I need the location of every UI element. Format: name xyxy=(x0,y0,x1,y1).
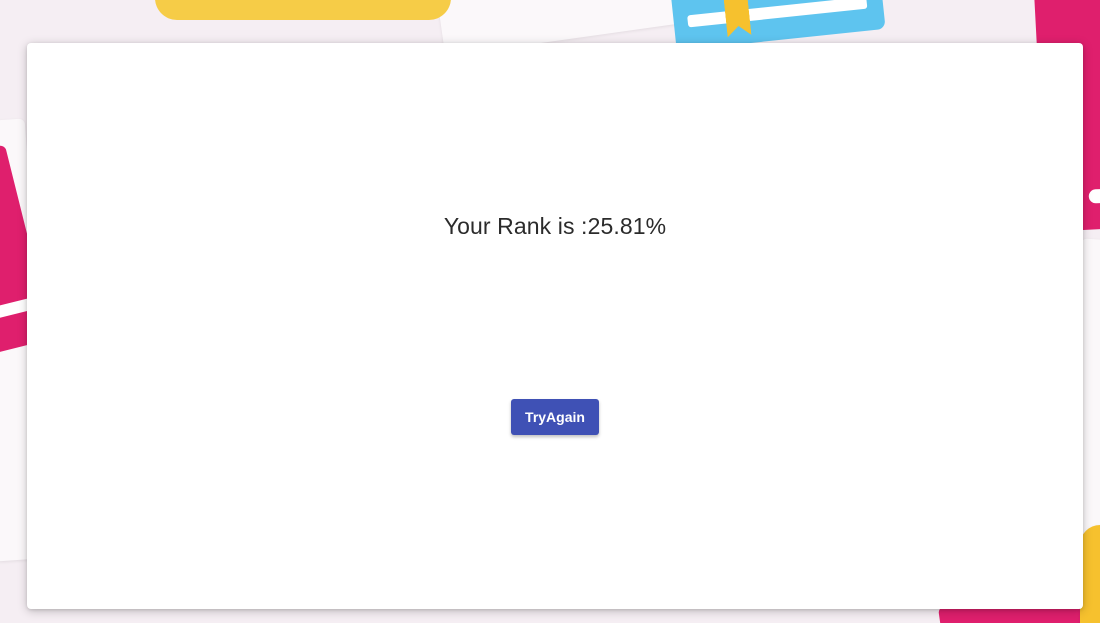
bookmark-icon xyxy=(723,0,752,37)
rank-value: 25.81% xyxy=(587,213,667,239)
try-again-button[interactable]: TryAgain xyxy=(511,399,599,435)
yellow-corner-shape xyxy=(1080,525,1100,623)
blue-book-pages xyxy=(687,0,868,28)
notebook-illustration xyxy=(155,0,451,20)
pink-book-pages xyxy=(1088,187,1100,204)
result-card: Your Rank is :25.81% TryAgain xyxy=(27,43,1083,609)
rank-result: Your Rank is :25.81% xyxy=(27,213,1083,240)
rank-label: Your Rank is : xyxy=(443,213,588,239)
